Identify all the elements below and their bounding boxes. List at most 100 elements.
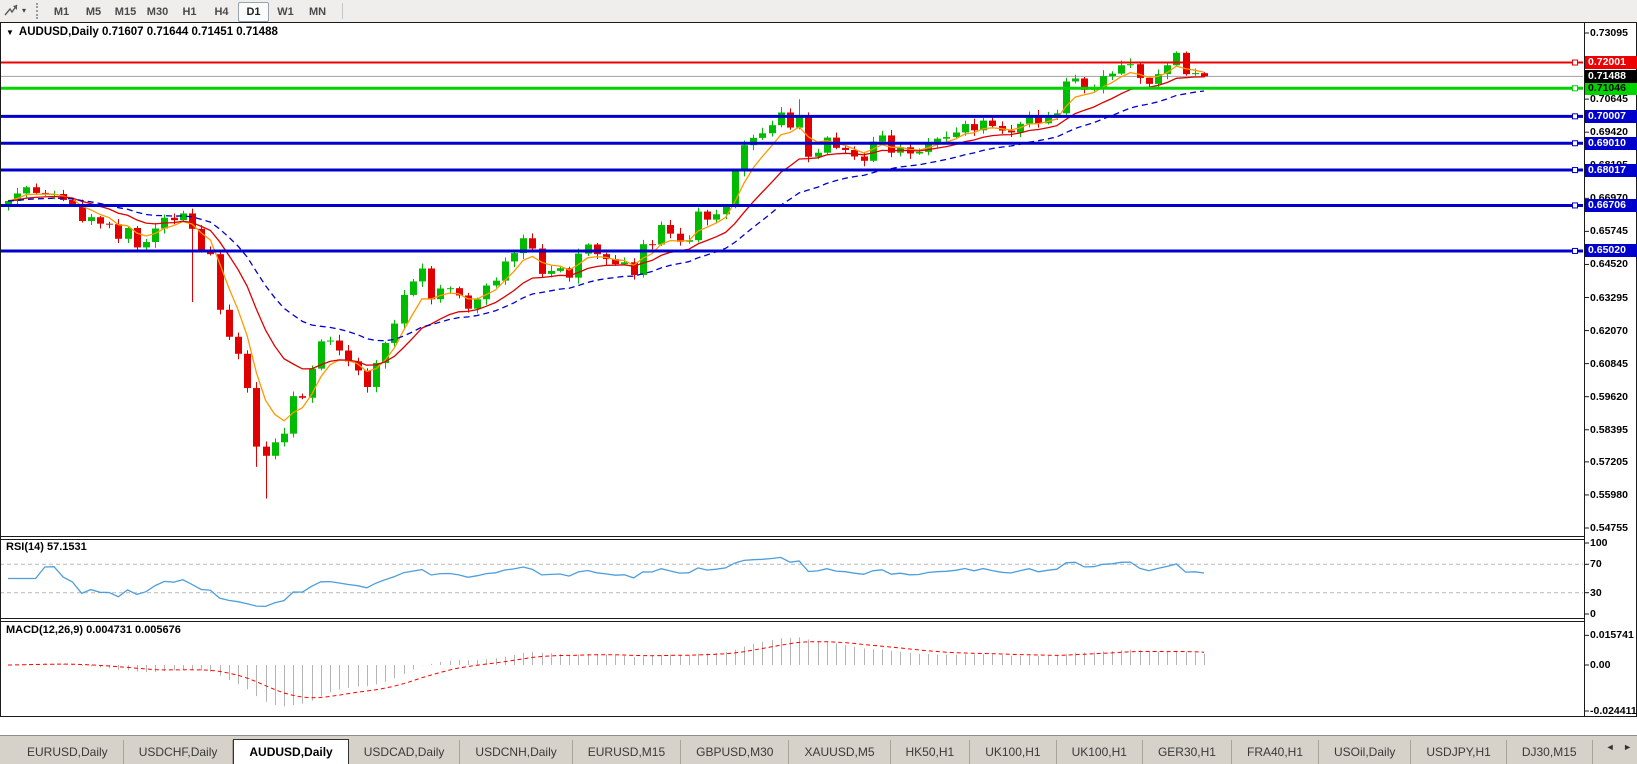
chart-tab-ger30-h1[interactable]: GER30,H1 xyxy=(1143,740,1232,764)
rsi-pane-layer xyxy=(0,557,1584,606)
macd-pane-layer xyxy=(8,637,1205,706)
moving-average-25 xyxy=(8,91,1204,341)
candle-body xyxy=(667,225,674,234)
chart-tab-eurusd-daily[interactable]: EURUSD,Daily xyxy=(12,740,124,764)
candle-body xyxy=(824,138,831,153)
chart-tab-usdcad-daily[interactable]: USDCAD,Daily xyxy=(349,740,461,764)
line-handle[interactable] xyxy=(1573,114,1578,119)
price-tick-label: 0.59620 xyxy=(1590,391,1628,403)
timeframe-button-H4[interactable]: H4 xyxy=(206,2,237,22)
candle-body xyxy=(171,218,178,220)
price-tick-label: 0.73095 xyxy=(1590,27,1628,39)
line-handle[interactable] xyxy=(1573,60,1578,65)
candle-body xyxy=(796,117,803,128)
candle-body xyxy=(115,224,122,239)
candle-body xyxy=(943,137,950,139)
rsi-tick-label: 70 xyxy=(1590,558,1602,570)
chart-tab-eurusd-m15[interactable]: EURUSD,M15 xyxy=(573,740,681,764)
candle-body xyxy=(649,244,656,245)
candle-body xyxy=(879,135,886,141)
toolbar: ▾ M1M5M15M30H1H4D1W1MN xyxy=(0,0,1637,23)
chart-tab-usdjpy-h1[interactable]: USDJPY,H1 xyxy=(1411,740,1506,764)
line-handle[interactable] xyxy=(1573,203,1578,208)
symbol-menu-icon[interactable]: ▼ xyxy=(6,28,14,37)
chart-window[interactable]: ▼ AUDUSD,Daily 0.71607 0.71644 0.71451 0… xyxy=(0,22,1637,717)
toolbar-grip[interactable] xyxy=(36,3,41,19)
price-tick-label: 0.70645 xyxy=(1590,93,1628,105)
candle-body xyxy=(787,112,794,127)
candle-body xyxy=(953,132,960,137)
timeframe-button-H1[interactable]: H1 xyxy=(174,2,205,22)
macd-tick-label: 0.00 xyxy=(1590,659,1610,671)
chart-tab-uk100-h1[interactable]: UK100,H1 xyxy=(970,740,1056,764)
line-handle[interactable] xyxy=(1573,86,1578,91)
chart-tab-hk50-h1[interactable]: HK50,H1 xyxy=(891,740,971,764)
timeframe-button-MN[interactable]: MN xyxy=(302,2,333,22)
chart-tab-xauusd-m5[interactable]: XAUUSD,M5 xyxy=(789,740,890,764)
line-handle[interactable] xyxy=(1573,248,1578,253)
timeframe-button-M15[interactable]: M15 xyxy=(110,2,141,22)
price-level-badge: 0.70007 xyxy=(1585,110,1637,123)
chart-tab-gbpusd-m30[interactable]: GBPUSD,M30 xyxy=(681,740,789,764)
macd-indicator-label: MACD(12,26,9) 0.004731 0.005676 xyxy=(6,624,181,636)
timeframe-button-M5[interactable]: M5 xyxy=(78,2,109,22)
toolbar-separator xyxy=(342,3,343,19)
candle-body xyxy=(253,388,260,447)
timeframe-button-M30[interactable]: M30 xyxy=(142,2,173,22)
candle-body xyxy=(759,133,766,138)
mt4-application-window: { "toolbar": { "timeframes": ["M1","M5",… xyxy=(0,0,1637,764)
candle-body xyxy=(962,124,969,132)
macd-tick-label: -0.024411 xyxy=(1590,705,1637,717)
candle-body xyxy=(447,288,454,289)
chart-title: AUDUSD,Daily 0.71607 0.71644 0.71451 0.7… xyxy=(19,26,278,38)
price-tick-label: 0.55980 xyxy=(1590,489,1628,501)
line-handle[interactable] xyxy=(1573,141,1578,146)
macd-tick-label: 0.015741 xyxy=(1590,629,1634,641)
candle-body xyxy=(1146,78,1153,84)
timeframe-button-M1[interactable]: M1 xyxy=(46,2,77,22)
candle-body xyxy=(1118,65,1125,73)
timeframe-button-D1[interactable]: D1 xyxy=(238,2,269,22)
chart-tab-dj30-m15[interactable]: DJ30,M15 xyxy=(1507,740,1593,764)
candle-body xyxy=(88,217,95,221)
rsi-tick-label: 30 xyxy=(1590,587,1602,599)
candle-body xyxy=(474,299,481,308)
chart-tab-fra40-h1[interactable]: FRA40,H1 xyxy=(1232,740,1319,764)
current-price-badge: 0.71488 xyxy=(1585,70,1637,83)
timeframe-button-W1[interactable]: W1 xyxy=(270,2,301,22)
timeframe-toolbar: M1M5M15M30H1H4D1W1MN xyxy=(46,2,343,20)
chart-tab-uk100-h1[interactable]: UK100,H1 xyxy=(1057,740,1143,764)
chevron-down-icon[interactable]: ▾ xyxy=(22,6,26,15)
chart-tab-usdcnh-daily[interactable]: USDCNH,Daily xyxy=(460,740,572,764)
candle-body xyxy=(658,225,665,244)
candle-body xyxy=(272,442,279,455)
candle-body xyxy=(723,206,730,214)
chart-tab-usoil-daily[interactable]: USOil,Daily xyxy=(1319,740,1411,764)
chart-tabs: EURUSD,DailyUSDCHF,DailyAUDUSD,DailyUSDC… xyxy=(12,739,1607,764)
candle-body xyxy=(401,295,408,324)
candle-body xyxy=(842,148,849,150)
price-level-badge: 0.68017 xyxy=(1585,164,1637,177)
line-handle[interactable] xyxy=(1573,168,1578,173)
chart-cursor-tool-button[interactable]: ▾ xyxy=(3,1,26,20)
main-pane-layer xyxy=(0,51,1584,498)
candle-body xyxy=(989,121,996,126)
candle-body xyxy=(180,213,187,220)
candle-body xyxy=(861,156,868,160)
candle-body xyxy=(483,285,490,299)
chart-tab-usdchf-daily[interactable]: USDCHF,Daily xyxy=(124,740,234,764)
price-tick-label: 0.60845 xyxy=(1590,358,1628,370)
candle-body xyxy=(217,254,224,310)
candle-body xyxy=(23,187,30,193)
chart-tab-audusd-daily[interactable]: AUDUSD,Daily xyxy=(233,739,348,764)
candle-body xyxy=(152,229,159,242)
candle-body xyxy=(299,396,306,398)
price-level-badge: 0.69010 xyxy=(1585,137,1637,150)
candle-body xyxy=(741,145,748,171)
candle-body xyxy=(1072,78,1079,81)
candle-body xyxy=(226,310,233,337)
candle-body xyxy=(263,447,270,456)
tab-scroll-left-icon[interactable]: ◄ xyxy=(1606,742,1615,752)
candle-body xyxy=(713,214,720,219)
tab-scroll-right-icon[interactable]: ► xyxy=(1623,742,1632,752)
